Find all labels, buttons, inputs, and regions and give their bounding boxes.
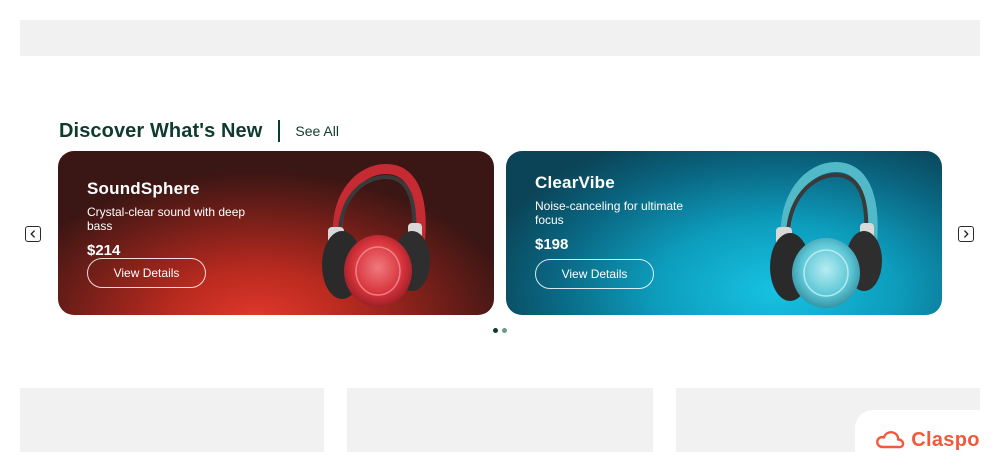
product-description: Crystal-clear sound with deep bass — [87, 205, 246, 233]
cloud-logo-icon — [876, 431, 905, 449]
product-price: $198 — [535, 236, 569, 253]
product-price: $214 — [87, 242, 121, 259]
chevron-right-icon — [964, 230, 969, 238]
product-name: SoundSphere — [87, 179, 200, 198]
product-description: Noise-canceling for ultimate focus — [535, 199, 684, 227]
see-all-link[interactable]: See All — [295, 123, 339, 139]
brand-name: Claspo — [911, 428, 980, 451]
product-name: ClearVibe — [535, 173, 615, 192]
carousel-pagination — [493, 328, 507, 333]
view-details-button[interactable]: View Details — [535, 259, 654, 289]
headphones-image — [770, 161, 882, 308]
product-card-clearvibe[interactable]: ClearVibe Noise-canceling for ultimate f… — [506, 151, 942, 315]
carousel-next-button[interactable] — [958, 226, 974, 242]
header-divider — [278, 120, 281, 142]
bottom-placeholder-block — [20, 388, 324, 452]
section-title: Discover What's New — [59, 119, 263, 142]
pagination-dot-active[interactable] — [493, 328, 498, 333]
card-text: ClearVibe Noise-canceling for ultimate f… — [535, 173, 715, 253]
card-text: SoundSphere Crystal-clear sound with dee… — [87, 179, 267, 259]
brand-badge[interactable]: Claspo — [855, 410, 1000, 470]
top-placeholder-block — [20, 20, 980, 56]
section-header: Discover What's New See All — [59, 118, 339, 144]
pagination-dot[interactable] — [502, 328, 507, 333]
product-card-soundsphere[interactable]: SoundSphere Crystal-clear sound with dee… — [58, 151, 494, 315]
view-details-button[interactable]: View Details — [87, 258, 206, 288]
carousel-prev-button[interactable] — [25, 226, 41, 242]
bottom-placeholder-block — [347, 388, 653, 452]
chevron-left-icon — [30, 230, 35, 238]
headphones-image — [322, 163, 430, 307]
